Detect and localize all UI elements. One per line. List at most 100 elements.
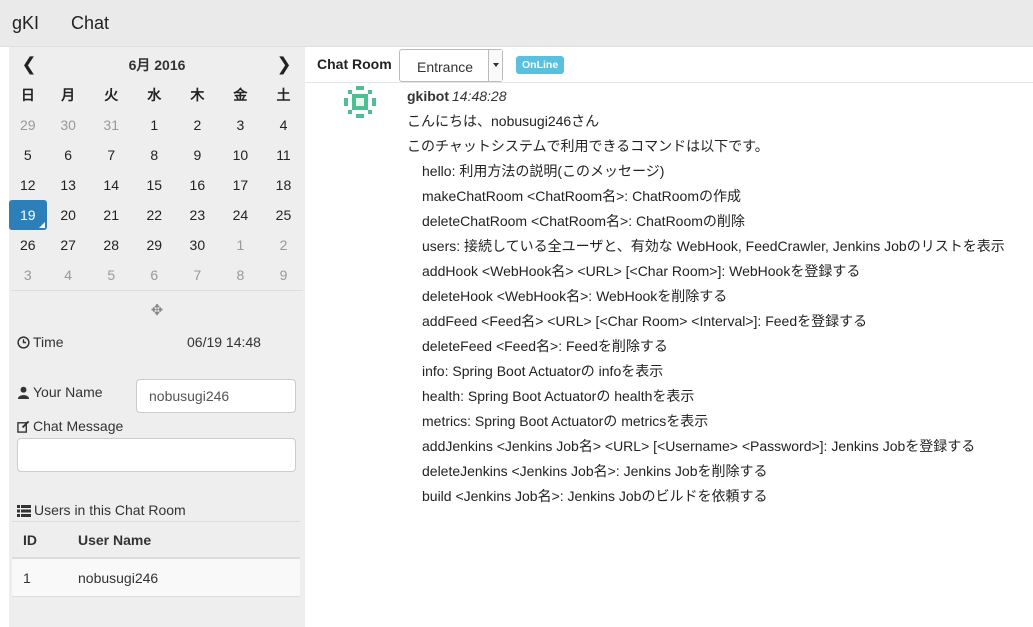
calendar-day[interactable]: 2 <box>176 110 219 140</box>
calendar-weekday: 金 <box>233 87 248 103</box>
users-table-header: ID User Name <box>12 521 300 559</box>
brand-link[interactable]: gKI <box>12 13 39 34</box>
sidebar: ❮ 6月 2016 ❯ 日月火水木金土 29 30 31 1 2 3 4 5 6 7 8 9 10 11 12… <box>9 47 305 627</box>
calendar-month-title[interactable]: 6月 2016 <box>89 55 225 75</box>
calendar-day[interactable]: 29 <box>9 110 47 140</box>
calendar-day[interactable]: 4 <box>47 260 90 290</box>
calendar-day[interactable]: 20 <box>47 200 90 230</box>
command-item: users: 接続している全ユーザと、有効な WebHook, FeedCraw… <box>422 238 1005 254</box>
users-label: Users in this Chat Room <box>17 502 186 518</box>
calendar-day[interactable]: 13 <box>47 170 90 200</box>
command-item: addHook <WebHook名> <URL> [<Char Room>]: … <box>422 263 861 279</box>
calendar-day[interactable]: 24 <box>219 200 262 230</box>
calendar-day[interactable]: 6 <box>133 260 176 290</box>
status-badge: OnLine <box>516 56 565 74</box>
chat-room-select[interactable]: Entrance <box>399 49 503 82</box>
calendar-day[interactable]: 1 <box>133 110 176 140</box>
command-item: deleteFeed <Feed名>: Feedを削除する <box>422 338 668 354</box>
calendar-day-selected[interactable]: 19 <box>9 200 47 230</box>
command-item: makeChatRoom <ChatRoom名>: ChatRoomの作成 <box>422 188 742 204</box>
calendar-day[interactable]: 26 <box>9 230 47 260</box>
calendar-weekday: 土 <box>276 87 291 103</box>
calendar-day[interactable]: 3 <box>9 260 47 290</box>
calendar-day[interactable]: 7 <box>90 140 133 170</box>
name-label-text: Your Name <box>33 384 103 400</box>
calendar-week-row: 5 6 7 8 9 10 11 <box>9 140 305 170</box>
calendar-day[interactable]: 28 <box>90 230 133 260</box>
calendar-day[interactable]: 1 <box>219 230 262 260</box>
calendar-weekday: 火 <box>104 87 119 103</box>
calendar-header: ❮ 6月 2016 ❯ <box>9 47 305 80</box>
table-row[interactable]: 1 nobusugi246 <box>12 559 300 597</box>
calendar-day[interactable]: 27 <box>47 230 90 260</box>
column-header-id: ID <box>23 532 37 548</box>
name-input[interactable] <box>136 379 296 413</box>
calendar-week-row: 29 30 31 1 2 3 4 <box>9 110 305 140</box>
command-list: hello: 利用方法の説明(このメッセージ) makeChatRoom <Cha… <box>407 159 1027 509</box>
navbar: gKI Chat <box>0 0 1033 47</box>
command-item: deleteHook <WebHook名>: WebHookを削除する <box>422 288 728 304</box>
calendar-week-row: 3456789 <box>9 260 305 290</box>
calendar-day[interactable]: 18 <box>262 170 305 200</box>
calendar-day[interactable]: 5 <box>90 260 133 290</box>
calendar-day[interactable]: 14 <box>90 170 133 200</box>
calendar-day[interactable]: 21 <box>90 200 133 230</box>
calendar-week-row: 12 13 14 15 16 17 18 <box>9 170 305 200</box>
chat-room-selected-value: Entrance <box>417 59 474 75</box>
time-value: 06/19 14:48 <box>187 334 261 350</box>
users-label-text: Users in this Chat Room <box>34 502 186 518</box>
command-item: info: Spring Boot Actuatorの infoを表示 <box>422 363 664 379</box>
command-item: metrics: Spring Boot Actuatorの metricsを表… <box>422 413 709 429</box>
calendar-day[interactable]: 22 <box>133 200 176 230</box>
calendar-day[interactable]: 25 <box>262 200 305 230</box>
calendar-day[interactable]: 4 <box>262 110 305 140</box>
time-label-text: Time <box>33 334 64 350</box>
calendar-day[interactable]: 11 <box>262 140 305 170</box>
user-icon <box>17 386 30 399</box>
calendar-day[interactable]: 23 <box>176 200 219 230</box>
command-item: build <Jenkins Job名>: Jenkins Jobのビルドを依頼… <box>422 488 768 504</box>
avatar <box>344 86 376 118</box>
calendar-day[interactable]: 7 <box>176 260 219 290</box>
command-item: hello: 利用方法の説明(このメッセージ) <box>422 163 665 179</box>
calendar-day[interactable]: 5 <box>9 140 47 170</box>
calendar-day[interactable]: 9 <box>176 140 219 170</box>
chat-room-label: Chat Room <box>317 56 392 72</box>
calendar-day[interactable]: 31 <box>90 110 133 140</box>
chevron-left-icon[interactable]: ❮ <box>18 53 40 75</box>
message-meta: gkibot 14:48:28 <box>407 88 1027 109</box>
calendar-day[interactable]: 8 <box>219 260 262 290</box>
calendar-grid: 日月火水木金土 29 30 31 1 2 3 4 5 6 7 8 9 10 11 12 13 14 15 16 17 18… <box>9 80 305 290</box>
calendar-day[interactable]: 15 <box>133 170 176 200</box>
calendar-week-row: 19 20 21 22 23 24 25 <box>9 200 305 230</box>
calendar-day[interactable]: 30 <box>176 230 219 260</box>
calendar-day[interactable]: 30 <box>47 110 90 140</box>
edit-icon <box>17 420 30 433</box>
calendar-weekday: 月 <box>61 87 76 103</box>
chat-message-input[interactable] <box>17 438 296 472</box>
calendar-day[interactable]: 9 <box>262 260 305 290</box>
command-item: addFeed <Feed名> <URL> [<Char Room> <Inte… <box>422 313 868 329</box>
message-label-text: Chat Message <box>33 418 124 434</box>
calendar-day[interactable]: 12 <box>9 170 47 200</box>
nav-chat-link[interactable]: Chat <box>71 13 109 34</box>
calendar-day[interactable]: 8 <box>133 140 176 170</box>
calendar-day[interactable]: 17 <box>219 170 262 200</box>
calendar-day[interactable]: 3 <box>219 110 262 140</box>
calendar-day[interactable]: 29 <box>133 230 176 260</box>
users-table: ID User Name 1 nobusugi246 <box>12 521 300 597</box>
caret-down-icon <box>493 63 499 67</box>
calendar-day[interactable]: 10 <box>219 140 262 170</box>
chevron-right-icon[interactable]: ❯ <box>273 53 295 75</box>
list-icon <box>17 505 31 517</box>
calendar-day[interactable]: 6 <box>47 140 90 170</box>
time-label: Time <box>17 334 64 350</box>
calendar-day[interactable]: 2 <box>262 230 305 260</box>
dropdown-toggle[interactable] <box>488 50 502 81</box>
message-label: Chat Message <box>17 418 123 434</box>
clock-icon <box>17 336 30 349</box>
calendar-day[interactable]: 16 <box>176 170 219 200</box>
column-header-user-name: User Name <box>78 532 152 548</box>
move-icon[interactable]: ✥ <box>149 303 165 319</box>
command-item: health: Spring Boot Actuatorの healthを表示 <box>422 388 695 404</box>
